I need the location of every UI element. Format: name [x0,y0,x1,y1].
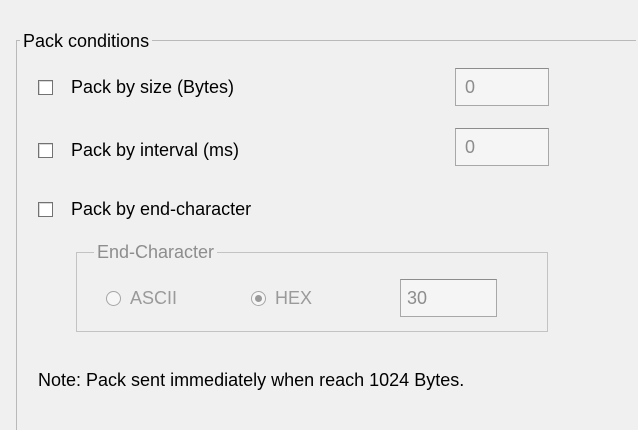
pack-by-interval-label[interactable]: Pack by interval (ms) [71,138,239,162]
pack-interval-field[interactable]: 0 [455,128,549,166]
hex-radio[interactable] [251,290,266,306]
end-character-value-field[interactable]: 30 [400,279,497,317]
ascii-radio[interactable] [106,290,121,306]
pack-size-field[interactable]: 0 [455,68,549,106]
end-character-title: End-Character [94,240,218,264]
pack-by-interval-checkbox[interactable] [38,142,53,158]
hex-radio-option[interactable]: HEX [251,286,312,310]
pack-by-size-row[interactable]: Pack by size (Bytes) [38,75,234,99]
pack-conditions-title: Pack conditions [20,30,153,52]
ascii-radio-option[interactable]: ASCII [106,286,177,310]
note-text: Note: Pack sent immediately when reach 1… [38,370,465,390]
pack-by-end-character-row[interactable]: Pack by end-character [38,197,251,221]
pack-by-size-checkbox[interactable] [38,79,53,95]
pack-by-end-character-checkbox[interactable] [38,201,53,217]
ascii-label[interactable]: ASCII [130,288,177,309]
hex-label[interactable]: HEX [275,288,312,309]
pack-by-interval-row[interactable]: Pack by interval (ms) [38,138,239,162]
pack-by-end-character-label[interactable]: Pack by end-character [71,197,251,221]
pack-by-size-label[interactable]: Pack by size (Bytes) [71,75,234,99]
